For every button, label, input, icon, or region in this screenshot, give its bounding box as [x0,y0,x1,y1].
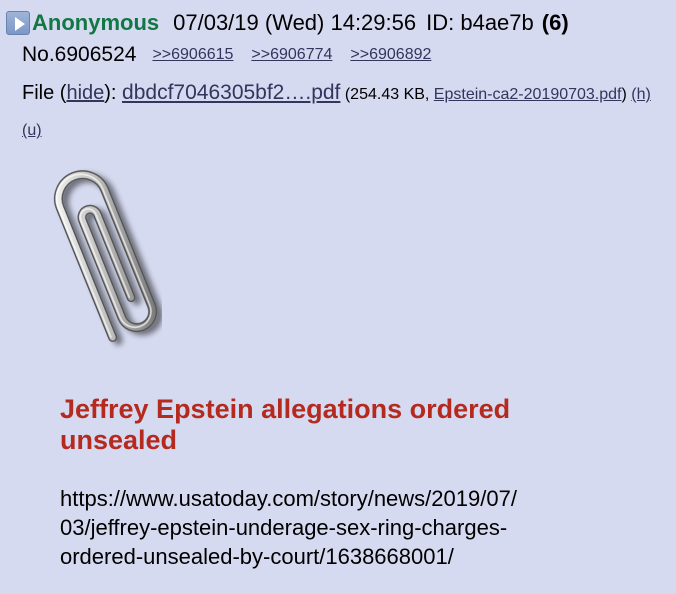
url-line: 03/jeffrey-epstein-underage-sex-ring-cha… [60,515,508,540]
backlink[interactable]: >>6906615 [152,46,233,64]
file-name-link[interactable]: dbdcf7046305bf2….pdf [122,81,340,104]
file-u-link[interactable]: (u) [22,122,42,139]
file-label-sep: ): [104,82,123,104]
post-subject: Jeffrey Epstein allegations ordered unse… [60,394,511,455]
post-container: Anonymous 07/03/19 (Wed) 14:29:56 ID: b4… [0,0,676,594]
post-header: Anonymous 07/03/19 (Wed) 14:29:56 ID: b4… [6,8,569,38]
post-datetime: 07/03/19 (Wed) 14:29:56 [173,10,417,35]
poster-name: Anonymous [32,10,160,35]
post-url-text: https://www.usatoday.com/story/news/2019… [60,484,640,571]
file-size: (254.43 KB, [340,86,434,103]
backlink[interactable]: >>6906892 [350,46,431,64]
url-line: https://www.usatoday.com/story/news/2019… [60,486,517,511]
hide-file-link[interactable]: hide [66,82,104,104]
post-number-row: No.6906524 >>6906615 >>6906774 >>6906892 [22,40,449,70]
file-h-link[interactable]: (h) [631,86,651,103]
file-info: File (hide): dbdcf7046305bf2….pdf (254.4… [22,76,662,148]
file-label: File ( [22,82,67,104]
poster-id[interactable]: ID: b4ae7b [426,10,534,36]
original-filename-link[interactable]: Epstein-ca2-20190703.pdf [434,86,622,103]
post-number[interactable]: No.6906524 [22,43,136,67]
paperclip-icon[interactable] [22,150,162,380]
file-close-paren: ) [621,86,632,103]
reply-count: (6) [541,10,569,35]
backlink[interactable]: >>6906774 [251,46,332,64]
url-line: ordered-unsealed-by-court/1638668001/ [60,544,454,569]
expand-triangle-icon[interactable] [6,11,30,35]
